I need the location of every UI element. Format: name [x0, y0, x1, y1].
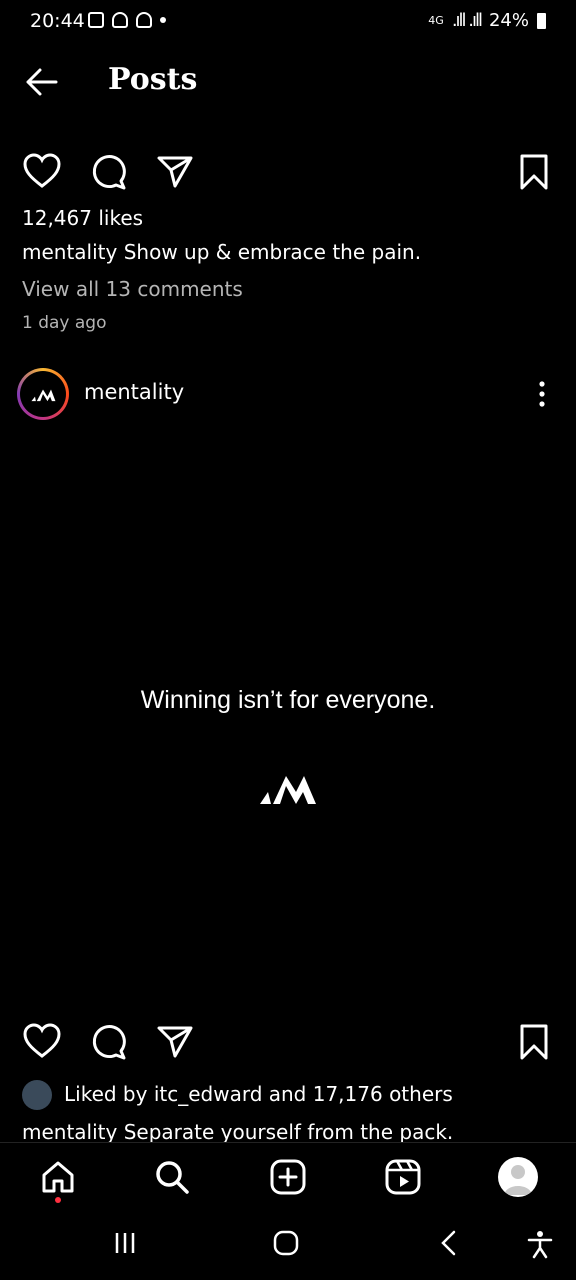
caption-text: Separate yourself from the pack. [123, 1120, 454, 1142]
recent-apps-icon[interactable] [112, 1230, 138, 1256]
status-notification-icons [88, 12, 166, 28]
search-icon[interactable] [152, 1157, 192, 1197]
mentality-logo-icon [31, 389, 56, 402]
liker-avatar[interactable] [22, 1080, 52, 1110]
heart-icon[interactable] [22, 1022, 62, 1062]
post-image-text: Winning isn’t for everyone. [140, 686, 436, 714]
more-notifications-icon [160, 17, 166, 23]
gallery-icon [88, 12, 104, 28]
mentality-logo-icon [260, 776, 316, 804]
bottom-nav [0, 1142, 576, 1211]
battery-label: 24% [488, 10, 529, 31]
bookmark-icon[interactable] [514, 1022, 554, 1062]
cloud-icon [112, 12, 128, 28]
cloud-icon [136, 12, 152, 28]
signal-icon: .ıll .ıll [451, 10, 483, 31]
system-nav-bar [0, 1212, 576, 1280]
liked-by-text[interactable]: Liked by itc_edward and 17,176 others [64, 1082, 453, 1106]
status-right: 4G .ıll .ıll 24% [428, 10, 546, 31]
page-title: Posts [108, 62, 198, 97]
reels-icon[interactable] [383, 1157, 423, 1197]
more-options-icon[interactable] [530, 380, 554, 408]
send-icon[interactable] [155, 1022, 195, 1062]
profile-silhouette-icon [504, 1165, 532, 1195]
post-time: 1 day ago [22, 313, 107, 333]
send-icon[interactable] [155, 152, 195, 192]
accessibility-icon[interactable] [526, 1229, 554, 1259]
create-icon[interactable] [268, 1157, 308, 1197]
caption-text: Show up & embrace the pain. [123, 240, 422, 264]
view-comments-link[interactable]: View all 13 comments [22, 277, 243, 301]
comment-icon[interactable] [88, 152, 128, 192]
profile-icon[interactable] [498, 1157, 538, 1197]
caption: mentality Show up & embrace the pain. [22, 240, 421, 264]
post-image[interactable] [0, 430, 576, 1020]
avatar[interactable] [17, 368, 69, 420]
caption-username[interactable]: mentality [22, 240, 117, 264]
network-label: 4G [428, 14, 444, 27]
comment-icon[interactable] [88, 1022, 128, 1062]
like-count[interactable]: 12,467 likes [22, 206, 143, 230]
avatar-inner [20, 371, 66, 417]
bookmark-icon[interactable] [514, 152, 554, 192]
system-back-icon[interactable] [436, 1229, 462, 1257]
status-bar: 20:44 4G .ıll .ıll 24% [0, 0, 576, 44]
back-arrow-icon[interactable] [22, 62, 62, 102]
status-time: 20:44 [30, 10, 85, 32]
home-icon[interactable] [38, 1157, 78, 1197]
post-username[interactable]: mentality [84, 380, 184, 404]
notification-dot [55, 1197, 61, 1203]
caption-username[interactable]: mentality [22, 1120, 117, 1142]
heart-icon[interactable] [22, 152, 62, 192]
system-home-icon[interactable] [272, 1229, 300, 1257]
battery-icon [537, 12, 546, 29]
caption: mentality Separate yourself from the pac… [22, 1120, 453, 1142]
